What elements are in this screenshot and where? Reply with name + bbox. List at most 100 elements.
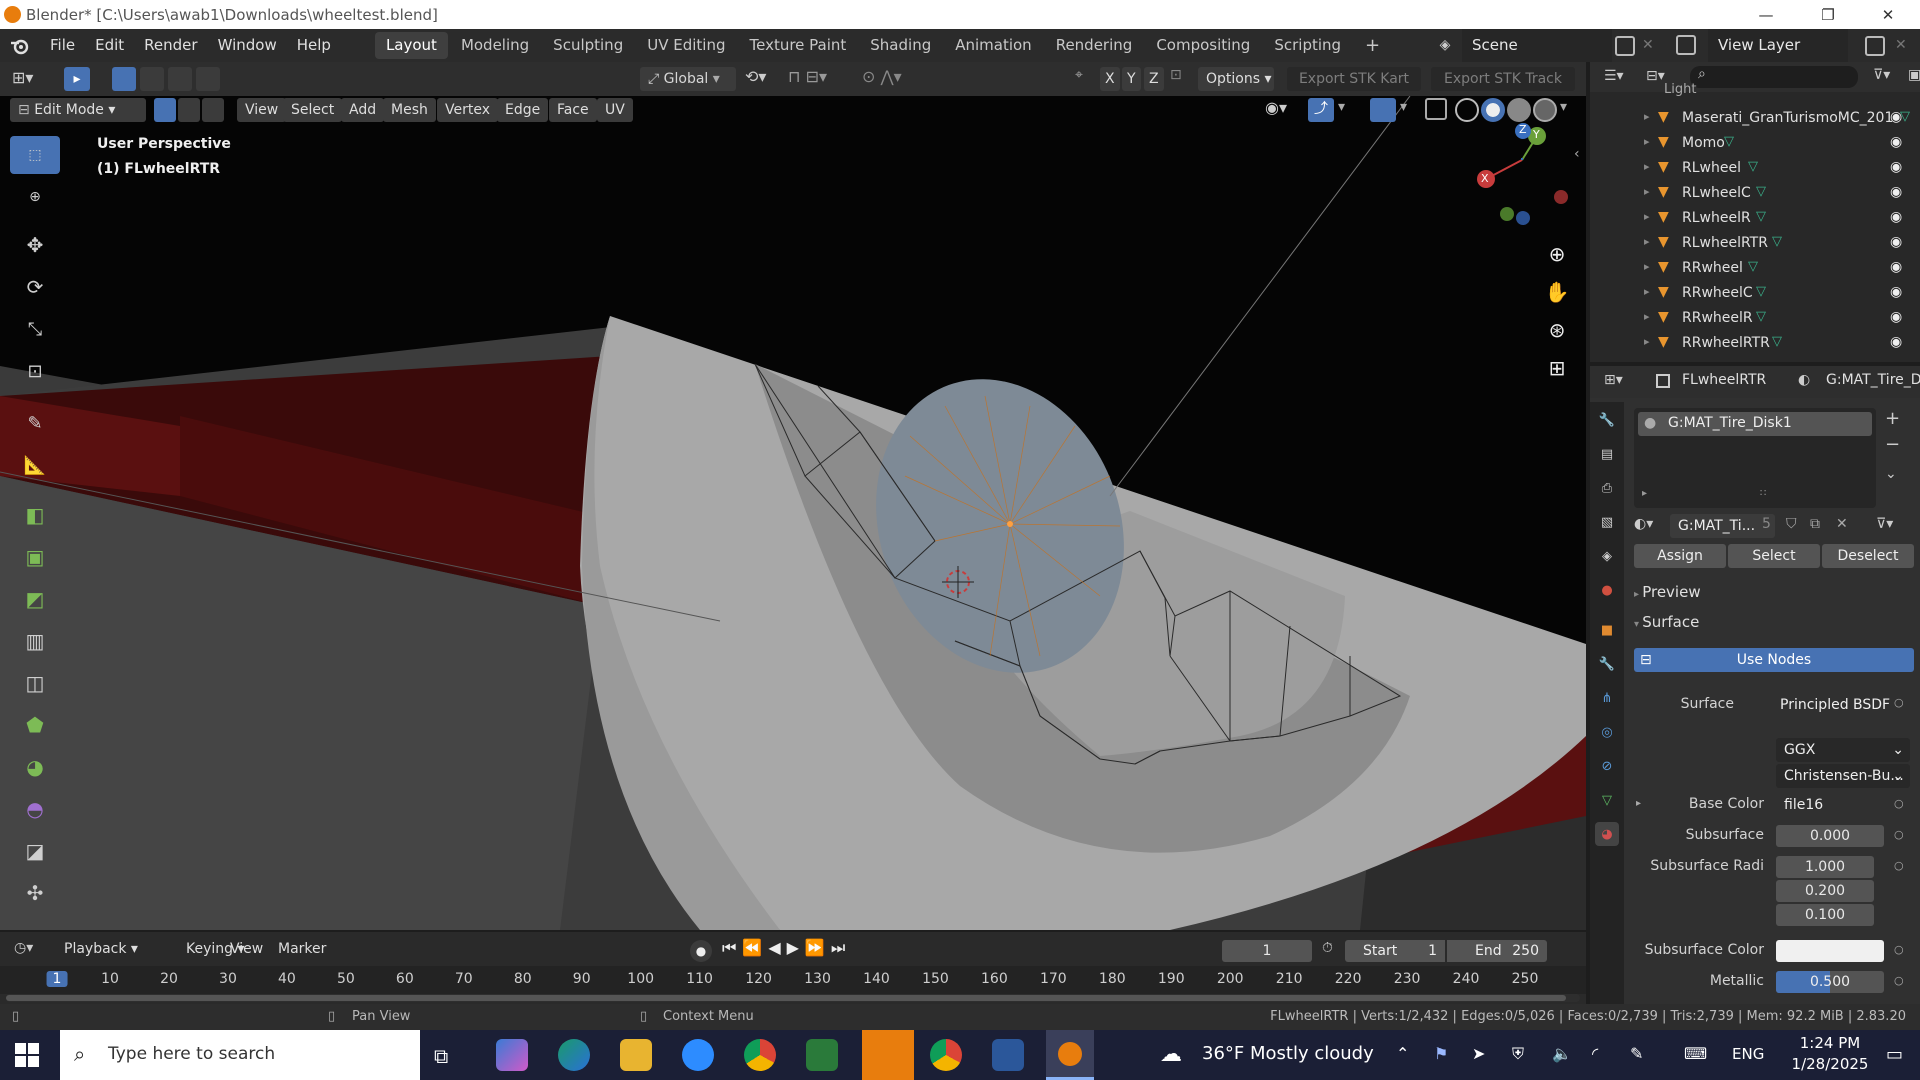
zoom-icon[interactable]: ⊕ (1542, 242, 1572, 272)
visibility-icon[interactable]: ◉▾ (1265, 98, 1287, 117)
menu-face[interactable]: Face (549, 98, 597, 122)
visibility-eye-icon[interactable]: ◉ (1890, 284, 1902, 300)
ruler-tick-label[interactable]: 60 (396, 971, 414, 987)
visibility-eye-icon[interactable]: ◉ (1890, 259, 1902, 275)
outliner-item[interactable]: ▸ ▼ Maserati_GranTurismoMC_201 ▽ ◉ (1590, 107, 1920, 132)
metallic-link-icon[interactable]: ○ (1894, 974, 1904, 987)
menu-file[interactable]: File (40, 29, 85, 62)
new-collection-icon[interactable]: ▣ (1908, 67, 1920, 83)
end-frame-field[interactable]: End 250 (1447, 940, 1547, 962)
menu-timeline-view[interactable]: View (222, 937, 271, 961)
outliner-item[interactable]: ▸ ▼ Momo ▽ ◉ (1590, 132, 1920, 157)
ruler-tick-label[interactable]: 200 (1217, 971, 1244, 987)
menu-help[interactable]: Help (287, 29, 341, 62)
word-icon[interactable] (992, 1039, 1024, 1071)
properties-scrollbar[interactable] (1912, 556, 1920, 1006)
properties-editor-icon[interactable]: ⊞▾ (1604, 372, 1623, 388)
mesh-data-tab-icon[interactable]: ▽ (1595, 788, 1619, 812)
pivot-point-icon[interactable]: ⟲▾ (745, 67, 766, 86)
menu-marker[interactable]: Marker (270, 937, 334, 961)
ruler-tick-label[interactable]: 170 (1040, 971, 1067, 987)
tab-animation[interactable]: Animation (944, 32, 1042, 59)
subsurface-color-link-icon[interactable]: ○ (1894, 943, 1904, 956)
visibility-eye-icon[interactable]: ◉ (1890, 234, 1902, 250)
shrink-fatten-tool-icon[interactable]: ✣ (10, 874, 60, 912)
ruler-tick-label[interactable]: 180 (1099, 971, 1126, 987)
tool-tab-icon[interactable]: 🔧 (1595, 408, 1619, 432)
add-workspace-button[interactable]: + (1354, 32, 1391, 59)
mirror-x-toggle[interactable]: X (1100, 67, 1120, 91)
object-tab-icon[interactable]: ■ (1595, 618, 1619, 642)
options-dropdown[interactable]: Options ▾ (1198, 67, 1274, 91)
slot-resize-handle[interactable]: ∷ (1760, 488, 1766, 499)
tab-rendering[interactable]: Rendering (1045, 32, 1144, 59)
rotate-tool-icon[interactable]: ⟳ (10, 268, 60, 306)
menu-playback[interactable]: Playback ▾ (56, 937, 146, 961)
world-tab-icon[interactable]: ● (1595, 578, 1619, 602)
knife-tool-icon[interactable]: ◫ (10, 664, 60, 702)
menu-edit[interactable]: Edit (85, 29, 134, 62)
subsurface-field[interactable]: 0.000 (1776, 825, 1884, 847)
playback-controls[interactable]: ⏮⏪◀▶⏩⏭ (722, 938, 851, 958)
tab-shading[interactable]: Shading (859, 32, 942, 59)
subsurface-radius-link-icon[interactable]: ○ (1894, 859, 1904, 872)
slot-specials-icon[interactable]: ⌄ (1885, 466, 1897, 482)
ea-app-icon[interactable] (862, 1030, 914, 1080)
menu-render[interactable]: Render (134, 29, 207, 62)
ruler-tick-label[interactable]: 100 (627, 971, 654, 987)
keyboard-icon[interactable]: ⌨ (1684, 1044, 1707, 1063)
ruler-tick-label[interactable]: 10 (101, 971, 119, 987)
snap-icon[interactable]: ⊓ ⊟▾ (788, 67, 827, 86)
select-intersect-icon[interactable] (196, 67, 220, 91)
remove-slot-icon[interactable]: − (1885, 434, 1900, 455)
security-tray-icon[interactable]: ⛨ (1512, 1044, 1524, 1064)
teams-tray-icon[interactable]: ⚑ (1434, 1044, 1448, 1063)
visibility-eye-icon[interactable]: ◉ (1890, 209, 1902, 225)
tab-compositing[interactable]: Compositing (1145, 32, 1261, 59)
minimize-button[interactable]: — (1743, 0, 1789, 29)
gizmo-x-label[interactable]: X (1481, 172, 1489, 185)
ruler-tick-label[interactable]: 160 (981, 971, 1008, 987)
preview-range-icon[interactable]: ⏱ (1322, 940, 1333, 956)
pan-hand-icon[interactable]: ✋ (1542, 280, 1572, 310)
current-frame-field[interactable]: 1 (1222, 940, 1312, 962)
timeline-editor-icon[interactable]: ◷▾ (14, 940, 33, 956)
ruler-tick-label[interactable]: 30 (219, 971, 237, 987)
solid-shading-icon[interactable] (1481, 98, 1505, 122)
outliner-item[interactable]: ▸ ▼ RLwheelC ▽ ◉ (1590, 182, 1920, 207)
subsurface-color-swatch[interactable] (1776, 940, 1884, 962)
surface-link-icon[interactable]: ○ (1894, 696, 1904, 709)
poly-build-tool-icon[interactable]: ⬟ (10, 706, 60, 744)
wireframe-shading-icon[interactable] (1455, 98, 1479, 122)
base-color-field[interactable]: file16 (1776, 794, 1886, 816)
preview-panel-header[interactable]: ▸ Preview (1634, 580, 1914, 604)
face-select-icon[interactable] (202, 98, 224, 122)
select-button[interactable]: Select (1728, 544, 1820, 568)
timeline-scrollbar[interactable] (6, 994, 1580, 1002)
expand-arrow-icon[interactable]: ▸ (1644, 310, 1650, 323)
outliner-item[interactable]: ▸ ▼ RRwheelR ▽ ◉ (1590, 307, 1920, 332)
outliner-item[interactable]: ▸ ▼ RRwheelRTR ▽ ◉ (1590, 332, 1920, 357)
tab-uv-editing[interactable]: UV Editing (636, 32, 736, 59)
expand-arrow-icon[interactable]: ▸ (1644, 285, 1650, 298)
expand-arrow-icon[interactable]: ▸ (1644, 160, 1650, 173)
scale-tool-icon[interactable]: ⤡ (10, 310, 60, 348)
inset-tool-icon[interactable]: ▣ (10, 538, 60, 576)
outliner-item[interactable]: ▸ ▼ RRwheelC ▽ ◉ (1590, 282, 1920, 307)
physics-tab-icon[interactable]: ◎ (1595, 720, 1619, 744)
use-nodes-button[interactable]: ⊟ Use Nodes (1634, 648, 1914, 672)
outliner-item[interactable]: ▸ ▼ RLwheelR ▽ ◉ (1590, 207, 1920, 232)
ruler-tick-label[interactable]: 80 (514, 971, 532, 987)
ruler-tick-label[interactable]: 40 (278, 971, 296, 987)
subsurface-link-icon[interactable]: ○ (1894, 828, 1904, 841)
taskbar-search-box[interactable]: ⌕ Type here to search (60, 1030, 420, 1080)
visibility-eye-icon[interactable]: ◉ (1890, 159, 1902, 175)
outliner-item[interactable]: ▸ ▼ RLwheel ▽ ◉ (1590, 157, 1920, 182)
chrome-profile-icon[interactable] (930, 1039, 962, 1071)
tab-texture-paint[interactable]: Texture Paint (738, 32, 857, 59)
network-icon[interactable]: ◜ (1592, 1044, 1598, 1063)
assign-button[interactable]: Assign (1634, 544, 1726, 568)
record-icon[interactable]: ● (690, 940, 712, 962)
file-explorer-icon[interactable] (620, 1039, 652, 1071)
menu-mesh[interactable]: Mesh (383, 98, 436, 122)
